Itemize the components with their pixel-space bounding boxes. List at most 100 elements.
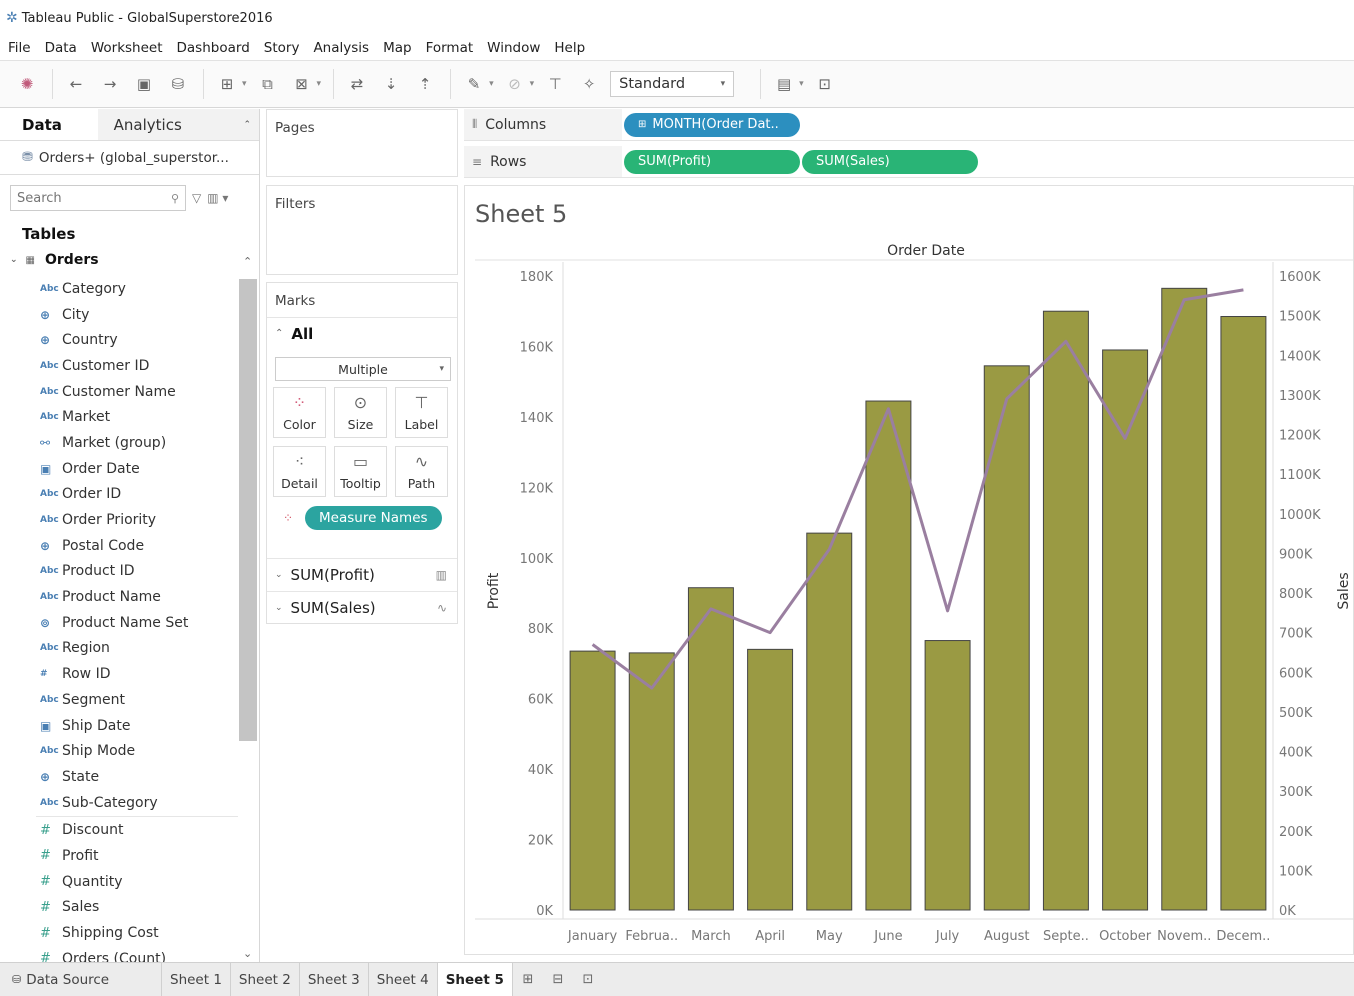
data-source-item[interactable]: ⛃ Orders+ (global_superstor... — [0, 141, 259, 175]
marks-row-sum-sales[interactable]: ⌄ SUM(Sales) ∿ — [267, 591, 457, 623]
menu-dashboard[interactable]: Dashboard — [177, 40, 250, 56]
field-item[interactable]: ⊕ Postal Code — [0, 533, 238, 559]
menu-analysis[interactable]: Analysis — [313, 40, 369, 56]
field-item[interactable]: Abc Order Priority — [0, 507, 238, 533]
new-data-source-icon[interactable]: ⛁ — [165, 71, 191, 97]
chevron-down-icon[interactable]: ⌄ — [275, 570, 283, 580]
tableau-home-icon[interactable]: ✺ — [14, 71, 40, 97]
field-item[interactable]: # Sales — [0, 895, 238, 921]
field-item[interactable]: Abc Market — [0, 404, 238, 430]
collapse-icon[interactable]: ⌃ — [243, 120, 251, 130]
pages-card[interactable]: Pages — [266, 109, 458, 177]
field-item[interactable]: Abc Order ID — [0, 482, 238, 508]
filters-card[interactable]: Filters — [266, 185, 458, 275]
marks-all-header[interactable]: ⌃ All — [267, 317, 457, 349]
clear-sheet-icon[interactable]: ⊠ — [289, 71, 315, 97]
presentation-mode-icon[interactable]: ⊡ — [812, 71, 838, 97]
chevron-down-icon[interactable]: ⌄ — [275, 603, 283, 613]
highlight-icon[interactable]: ✎ — [461, 71, 487, 97]
view-options-icon[interactable]: ▥ ▾ — [207, 191, 228, 205]
data-source-tab[interactable]: ⛁ Data Source — [0, 962, 162, 996]
search-input[interactable] — [17, 190, 157, 206]
field-item[interactable]: Abc Segment — [0, 687, 238, 713]
field-item[interactable]: Abc Ship Mode — [0, 738, 238, 764]
tooltip-button[interactable]: ▭ Tooltip — [334, 446, 387, 497]
columns-pill-month-order-date[interactable]: ⊞ MONTH(Order Dat.. — [624, 112, 800, 137]
field-item[interactable]: # Shipping Cost — [0, 920, 238, 946]
field-item[interactable]: # Discount — [0, 817, 238, 843]
filter-icon[interactable]: ▽ — [192, 191, 201, 205]
fix-axes-icon[interactable]: ✧ — [576, 71, 602, 97]
rows-pill-sum-profit[interactable]: SUM(Profit) — [624, 149, 800, 174]
marks-row-sum-profit[interactable]: ⌄ SUM(Profit) ▥ — [267, 558, 457, 590]
sheet-tab-4[interactable]: Sheet 4 — [369, 962, 438, 996]
scrollbar-thumb[interactable] — [239, 279, 257, 741]
field-item[interactable]: ▣ Order Date — [0, 456, 238, 482]
chevron-down-icon[interactable]: ▾ — [530, 79, 535, 89]
field-item[interactable]: Abc Product ID — [0, 559, 238, 585]
chevron-down-icon[interactable]: ▾ — [317, 79, 322, 89]
field-item[interactable]: # Row ID — [0, 661, 238, 687]
chevron-up-icon[interactable]: ⌃ — [275, 328, 283, 339]
mark-type-select[interactable]: Multiple ▾ — [275, 357, 451, 381]
measure-names-pill[interactable]: Measure Names — [305, 506, 442, 530]
chevron-down-icon[interactable]: ▾ — [799, 79, 804, 89]
rows-pill-sum-sales[interactable]: SUM(Sales) — [802, 149, 978, 174]
field-item[interactable]: Abc Customer ID — [0, 353, 238, 379]
field-item[interactable]: Abc Sub-Category — [0, 790, 238, 816]
show-mark-labels-icon[interactable]: ⊤ — [542, 71, 568, 97]
field-item[interactable]: ⚯ Market (group) — [0, 430, 238, 456]
show-cards-icon[interactable]: ▤ — [771, 71, 797, 97]
scroll-up-icon[interactable]: ⌃ — [243, 255, 252, 268]
save-icon[interactable]: ▣ — [131, 71, 157, 97]
sheet-tab-2[interactable]: Sheet 2 — [231, 962, 300, 996]
menu-data[interactable]: Data — [45, 40, 77, 56]
menu-map[interactable]: Map — [383, 40, 412, 56]
fit-select[interactable]: Standard ▾ — [610, 71, 735, 97]
new-worksheet-icon[interactable]: ⊞ — [513, 972, 543, 987]
field-item[interactable]: Abc Region — [0, 636, 238, 662]
field-item[interactable]: # Quantity — [0, 869, 238, 895]
scroll-down-icon[interactable]: ⌄ — [243, 947, 252, 960]
sort-descending-icon[interactable]: ⇡ — [412, 71, 438, 97]
detail-button[interactable]: ⁖ Detail — [273, 446, 326, 497]
field-item[interactable]: ⊕ City — [0, 302, 238, 328]
path-button[interactable]: ∿ Path — [395, 446, 448, 497]
search-box[interactable]: ⚲ — [10, 185, 186, 211]
menu-worksheet[interactable]: Worksheet — [91, 40, 163, 56]
group-members-icon[interactable]: ⊘ — [502, 71, 528, 97]
field-item[interactable]: Abc Product Name — [0, 584, 238, 610]
sort-ascending-icon[interactable]: ⇣ — [378, 71, 404, 97]
sheet-tab-1[interactable]: Sheet 1 — [162, 962, 231, 996]
sheet-tab-3[interactable]: Sheet 3 — [300, 962, 369, 996]
chevron-down-icon[interactable]: ▾ — [242, 79, 247, 89]
redo-icon[interactable]: → — [97, 71, 123, 97]
duplicate-sheet-icon[interactable]: ⧉ — [255, 71, 281, 97]
field-item[interactable]: # Profit — [0, 843, 238, 869]
menu-format[interactable]: Format — [426, 40, 474, 56]
tab-data[interactable]: Data — [0, 109, 98, 140]
undo-icon[interactable]: ← — [63, 71, 89, 97]
chevron-down-icon[interactable]: ⌄ — [10, 255, 18, 265]
field-item[interactable]: ⊚ Product Name Set — [0, 610, 238, 636]
data-pane-scrollbar[interactable]: ⌃ ⌄ — [239, 251, 259, 962]
menu-story[interactable]: Story — [264, 40, 300, 56]
label-button[interactable]: ⊤ Label — [395, 387, 448, 438]
color-button[interactable]: ⁘ Color — [273, 387, 326, 438]
field-item[interactable]: Abc Category — [0, 276, 238, 302]
field-item[interactable]: # Orders (Count) — [0, 946, 238, 962]
rows-drop-area[interactable]: SUM(Profit) SUM(Sales) — [622, 146, 1354, 177]
menu-file[interactable]: File — [8, 40, 31, 56]
columns-drop-area[interactable]: ⊞ MONTH(Order Dat.. — [622, 109, 1354, 140]
new-worksheet-icon[interactable]: ⊞ — [214, 71, 240, 97]
field-item[interactable]: ⊕ Country — [0, 327, 238, 353]
tab-analytics[interactable]: Analytics ⌃ — [97, 109, 259, 140]
field-item[interactable]: ⊕ State — [0, 764, 238, 790]
field-item[interactable]: Abc Customer Name — [0, 379, 238, 405]
chevron-down-icon[interactable]: ▾ — [489, 79, 494, 89]
new-story-icon[interactable]: ⊡ — [573, 972, 603, 987]
swap-rows-columns-icon[interactable]: ⇄ — [344, 71, 370, 97]
new-dashboard-icon[interactable]: ⊟ — [543, 972, 573, 987]
field-item[interactable]: ▣ Ship Date — [0, 713, 238, 739]
sheet-tab-5[interactable]: Sheet 5 — [437, 962, 513, 996]
